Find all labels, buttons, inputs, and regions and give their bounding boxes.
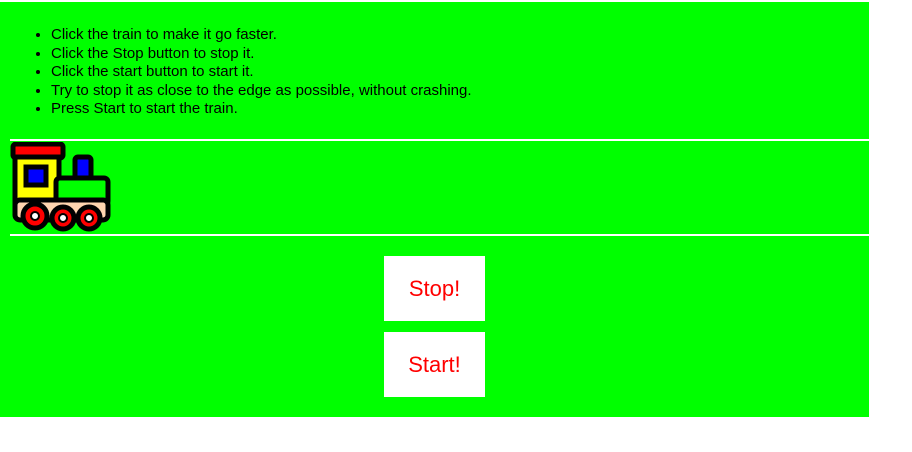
instruction-item: Click the train to make it go faster.: [51, 26, 472, 45]
instructions-list: Click the train to make it go faster. Cl…: [0, 26, 472, 119]
train-icon[interactable]: [10, 141, 112, 236]
game-area: Click the train to make it go faster. Cl…: [0, 2, 869, 417]
track-top-line: [10, 139, 869, 141]
instruction-item: Click the start button to start it.: [51, 63, 472, 82]
stop-button[interactable]: Stop!: [384, 256, 485, 321]
instruction-item: Try to stop it as close to the edge as p…: [51, 82, 472, 101]
start-button[interactable]: Start!: [384, 332, 485, 397]
track-bottom-line: [10, 234, 869, 236]
instruction-item: Click the Stop button to stop it.: [51, 45, 472, 64]
instruction-item: Press Start to start the train.: [51, 100, 472, 119]
